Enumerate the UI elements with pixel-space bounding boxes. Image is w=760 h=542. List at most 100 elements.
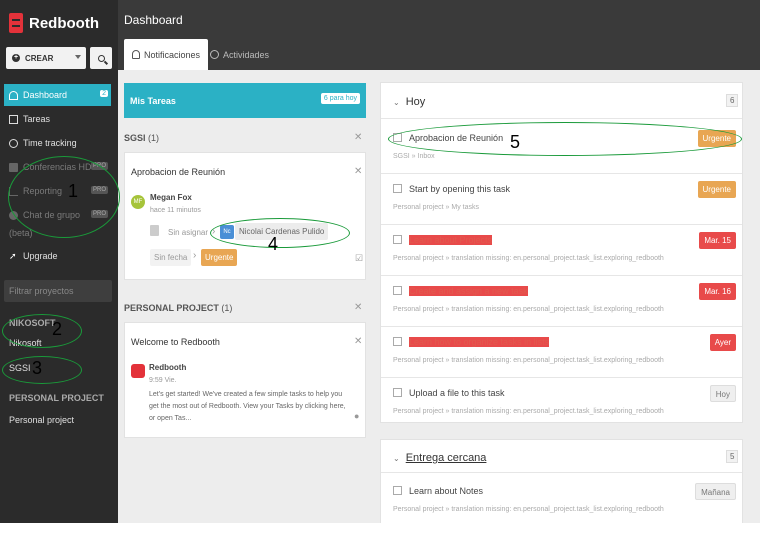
section-title: Entrega cercana <box>405 452 487 464</box>
notifications-panel: Mis Tareas 6 para hoy SGSI (1) ✕ Aprobac… <box>118 70 372 523</box>
task-due-badge: Mañana <box>695 483 736 500</box>
task-row[interactable]: Learn how to organize tasks in lists Per… <box>381 327 742 378</box>
task-path: Personal project » translation missing: … <box>393 357 664 364</box>
task-due-badge: Ayer <box>709 334 736 351</box>
task-row[interactable]: Learn about Projects Personal project » … <box>381 225 742 276</box>
create-label: CREAR <box>25 53 54 63</box>
author-name: Redbooth <box>149 363 187 372</box>
annotation-number: 4 <box>268 234 279 254</box>
annotation-ellipse <box>2 314 82 348</box>
video-icon <box>9 162 18 172</box>
annotation-number: 3 <box>32 358 43 378</box>
notification-card[interactable]: Aprobacion de Reunión ✕ MF Megan Fox hac… <box>124 152 366 280</box>
plus-icon: + <box>12 54 20 62</box>
close-icon[interactable]: ✕ <box>354 166 362 177</box>
header: Dashboard Notificaciones Actividades <box>118 0 760 70</box>
mis-tareas-label: Mis Tareas <box>130 95 176 106</box>
section-count: 5 <box>726 450 739 463</box>
group-name: SGSI <box>124 133 146 143</box>
task-checkbox[interactable] <box>393 337 402 346</box>
close-icon[interactable]: ✕ <box>354 302 362 313</box>
task-title: Learn about Projects <box>409 235 493 245</box>
sidebar-item-tareas[interactable]: Tareas <box>4 108 111 130</box>
notification-body: Let's get started! We've created a few s… <box>149 391 346 422</box>
app-name: Redbooth <box>29 14 99 32</box>
task-row[interactable]: Upload a file to this task Personal proj… <box>381 378 742 429</box>
sidebar-item-label: Tareas <box>23 114 51 124</box>
redbooth-logo-icon <box>9 13 23 33</box>
close-icon[interactable]: ✕ <box>354 132 362 143</box>
timestamp: hace 11 minutos <box>150 207 201 214</box>
avatar: MF <box>131 195 145 209</box>
timestamp: 9:59 Vie. <box>149 377 177 384</box>
page-title: Dashboard <box>124 13 183 27</box>
create-button[interactable]: + CREAR <box>6 47 86 69</box>
divider <box>381 118 742 119</box>
task-checkbox[interactable] <box>393 235 402 244</box>
chevron-down-icon <box>75 55 81 59</box>
task-row[interactable]: Start by opening this task Personal proj… <box>381 174 742 225</box>
chevron-right-icon: › <box>193 250 197 261</box>
sidebar-item-dashboard[interactable]: Dashboard 2 <box>4 84 111 106</box>
assign-from: Sin asignar <box>168 228 209 237</box>
task-due-badge: Urgente <box>697 181 736 198</box>
group-title: PERSONAL PROJECT (1) <box>124 303 232 313</box>
annotation-ellipse <box>388 122 742 156</box>
tab-label: Notificaciones <box>144 49 201 60</box>
checkbox-icon[interactable]: ☑ <box>355 253 363 264</box>
section-header[interactable]: ⌄ Hoy <box>393 96 425 108</box>
clock-icon <box>210 50 219 59</box>
sidebar-item-time-tracking[interactable]: Time tracking <box>4 132 111 154</box>
group-count: (1) <box>148 133 160 143</box>
task-due-badge: Hoy <box>709 385 736 402</box>
annotation-number: 1 <box>68 181 79 201</box>
dashboard-count-badge: 2 <box>100 90 108 97</box>
sidebar-item-label: Upgrade <box>23 251 58 261</box>
divider <box>381 472 742 473</box>
task-title: Start by opening this task <box>409 184 511 194</box>
annotation-ellipse <box>8 156 120 238</box>
task-row[interactable]: Create and assign a new task Personal pr… <box>381 276 742 327</box>
task-checkbox[interactable] <box>393 184 402 193</box>
search-button[interactable] <box>90 47 112 69</box>
chevron-down-icon: ⌄ <box>393 453 400 463</box>
sidebar-item-upgrade[interactable]: ➚ Upgrade <box>4 245 111 267</box>
filter-projects-input[interactable]: Filtrar proyectos <box>4 280 112 302</box>
logo[interactable]: Redbooth <box>9 12 99 34</box>
task-due-badge: Mar. 16 <box>699 283 736 300</box>
tab-actividades[interactable]: Actividades <box>202 39 277 70</box>
task-path: Personal project » translation missing: … <box>393 255 664 262</box>
task-checkbox[interactable] <box>393 486 402 495</box>
task-title: Create and assign a new task <box>409 286 528 296</box>
priority-badge: Urgente <box>201 249 238 266</box>
bell-icon <box>132 50 140 59</box>
author-name: Megan Fox <box>150 193 192 202</box>
page-bottom <box>0 523 760 542</box>
task-title: Upload a file to this task <box>409 388 505 398</box>
search-icon <box>97 54 105 62</box>
task-path: Personal project » translation missing: … <box>393 506 664 513</box>
task-title: Learn how to organize tasks in lists <box>409 337 550 347</box>
group-name: PERSONAL PROJECT <box>124 303 219 313</box>
section-count: 6 <box>726 94 739 107</box>
comment-icon[interactable]: ● <box>354 411 359 421</box>
card-title: Aprobacion de Reunión <box>131 167 226 177</box>
date-label: Sin fecha <box>150 249 192 266</box>
task-row[interactable]: Learn about Notes Personal project » tra… <box>381 476 742 527</box>
mis-tareas-header[interactable]: Mis Tareas 6 para hoy <box>124 83 366 118</box>
group-count: (1) <box>221 303 233 313</box>
section-title: Hoy <box>405 96 426 108</box>
dashboard-icon <box>9 90 18 100</box>
task-checkbox[interactable] <box>393 286 402 295</box>
project-link-personal[interactable]: Personal project <box>9 415 74 425</box>
task-path: Personal project » translation missing: … <box>393 306 664 313</box>
close-icon[interactable]: ✕ <box>354 336 362 347</box>
section-header[interactable]: ⌄ Entrega cercana <box>393 452 486 464</box>
notification-card[interactable]: Welcome to Redbooth ✕ Redbooth 9:59 Vie.… <box>124 322 366 438</box>
task-due-badge: Mar. 15 <box>699 232 736 249</box>
task-checkbox[interactable] <box>393 388 402 397</box>
org-heading: PERSONAL PROJECT <box>9 393 104 403</box>
task-path: Personal project » translation missing: … <box>393 408 664 415</box>
mis-tareas-count: 6 para hoy <box>320 93 360 104</box>
tab-notificaciones[interactable]: Notificaciones <box>124 39 209 70</box>
